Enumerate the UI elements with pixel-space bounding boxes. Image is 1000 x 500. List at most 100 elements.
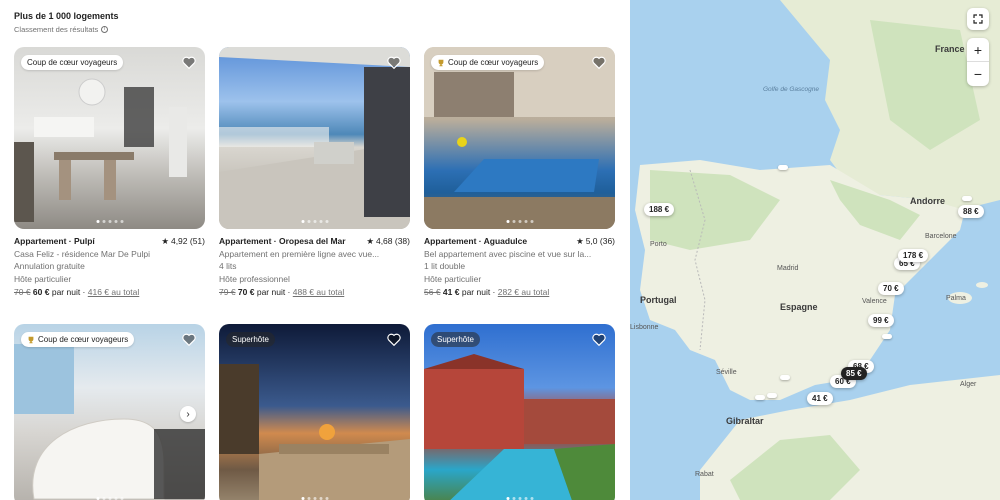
listing-name: Bel appartement avec piscine et vue sur … xyxy=(424,248,592,259)
trophy-icon xyxy=(438,59,444,66)
total-price[interactable]: 488 € au total xyxy=(293,287,345,297)
ranking-link[interactable]: Classement des résultats i xyxy=(14,25,119,34)
listing-card[interactable]: Coup de cœur voyageurs Appartement · Pul… xyxy=(14,47,205,299)
map-label-espagne: Espagne xyxy=(780,302,818,312)
rating-value: 4,92 (51) xyxy=(170,236,205,246)
listing-card[interactable]: Superhôte xyxy=(424,324,615,500)
price-row: 79 € 70 € par nuit · 488 € au total xyxy=(219,286,410,299)
listing-photo[interactable]: Coup de cœur voyageurs › xyxy=(14,324,205,500)
map-label-golfe: Golfe de Gascogne xyxy=(763,86,820,93)
guest-favorite-badge: Coup de cœur voyageurs xyxy=(21,55,124,70)
price: 70 € xyxy=(237,286,255,297)
listing-card[interactable]: Coup de cœur voyageurs Appartement · Agu… xyxy=(424,47,615,299)
listing-info: Appartement · Aguadulce ★ 5,0 (36) Bel ap… xyxy=(424,229,615,299)
price: 41 € xyxy=(442,286,460,297)
listing-rating: ★ 4,92 (51) xyxy=(161,235,205,248)
expand-icon xyxy=(973,14,983,24)
results-header: Plus de 1 000 logements Classement des r… xyxy=(14,11,119,34)
listing-photo[interactable]: Coup de cœur voyageurs xyxy=(14,47,205,229)
next-photo-button[interactable]: › xyxy=(180,406,196,422)
map-label-barcelone: Barcelone xyxy=(925,233,957,240)
per-night: par nuit · xyxy=(461,286,496,297)
carousel-dots xyxy=(506,220,533,223)
heart-icon[interactable] xyxy=(182,56,196,69)
map-label-france: France xyxy=(935,44,965,54)
carousel-dots xyxy=(96,220,123,223)
map-pin-small[interactable] xyxy=(962,196,972,201)
listing-title: Appartement · Aguadulce xyxy=(424,236,528,246)
per-night: par nuit · xyxy=(256,286,291,297)
price-row: 56 € 41 € par nuit · 282 € au total xyxy=(424,286,615,299)
price-row: 70 € 60 € par nuit · 416 € au total xyxy=(14,286,205,299)
map[interactable]: France Golfe de Gascogne Andorre Porto P… xyxy=(630,0,1000,500)
ranking-label: Classement des résultats xyxy=(14,25,99,34)
carousel-dots xyxy=(301,220,328,223)
old-price: 56 € xyxy=(424,286,441,297)
map-price-pin[interactable]: 188 € xyxy=(644,203,675,216)
listing-rating: ★ 4,68 (38) xyxy=(366,235,410,248)
guest-favorite-badge: Coup de cœur voyageurs xyxy=(431,55,545,70)
info-icon[interactable]: i xyxy=(101,26,109,33)
listing-photo[interactable] xyxy=(219,47,410,229)
guest-favorite-badge: Coup de cœur voyageurs xyxy=(21,332,135,347)
listing-card[interactable]: Appartement · Oropesa del Mar ★ 4,68 (38)… xyxy=(219,47,410,299)
listing-title: Appartement · Pulpí xyxy=(14,236,95,246)
zoom-out-button[interactable]: − xyxy=(967,62,989,86)
map-price-pin[interactable]: 99 € xyxy=(868,314,894,327)
badge-label: Coup de cœur voyageurs xyxy=(38,335,129,344)
map-label-portugal: Portugal xyxy=(640,295,677,305)
old-price: 79 € xyxy=(219,286,236,297)
heart-icon[interactable] xyxy=(387,333,401,346)
per-night: par nuit · xyxy=(51,286,86,297)
chevron-right-icon: › xyxy=(186,408,190,420)
map-price-pin[interactable]: 41 € xyxy=(807,392,833,405)
map-price-pin[interactable]: 88 € xyxy=(958,205,984,218)
badge-label: Coup de cœur voyageurs xyxy=(27,58,118,67)
photo-illustration xyxy=(219,364,410,500)
heart-icon[interactable] xyxy=(387,56,401,69)
map-pin-small[interactable] xyxy=(882,334,892,339)
total-price[interactable]: 416 € au total xyxy=(88,287,140,297)
superhost-badge: Superhôte xyxy=(226,332,275,347)
listing-info: Appartement · Oropesa del Mar ★ 4,68 (38)… xyxy=(219,229,410,299)
listing-title: Appartement · Oropesa del Mar xyxy=(219,236,346,246)
photo-illustration xyxy=(424,47,615,229)
heart-icon[interactable] xyxy=(182,333,196,346)
badge-label: Superhôte xyxy=(437,335,474,344)
map-pin-small[interactable] xyxy=(780,375,790,380)
map-pin-small[interactable] xyxy=(778,165,788,170)
map-label-gibraltar: Gibraltar xyxy=(726,416,764,426)
listing-photo[interactable]: Superhôte xyxy=(424,324,615,500)
total-price[interactable]: 282 € au total xyxy=(498,287,550,297)
map-price-pin-active[interactable]: 85 € xyxy=(841,367,867,380)
star-icon: ★ xyxy=(366,236,374,246)
listing-photo[interactable]: Superhôte xyxy=(219,324,410,500)
listing-rating: ★ 5,0 (36) xyxy=(576,235,615,248)
star-icon: ★ xyxy=(161,236,169,246)
price: 60 € xyxy=(32,286,50,297)
listing-info: Appartement · Pulpí ★ 4,92 (51) Casa Feli… xyxy=(14,229,205,299)
zoom-controls: + − xyxy=(967,38,989,86)
listing-detail: Annulation gratuite xyxy=(14,261,85,272)
heart-icon[interactable] xyxy=(592,56,606,69)
map-label-rabat: Rabat xyxy=(695,471,714,478)
photo-illustration xyxy=(14,344,205,500)
map-pin-small[interactable] xyxy=(767,393,777,398)
rating-value: 5,0 (36) xyxy=(585,236,615,246)
map-price-pin[interactable]: 70 € xyxy=(878,282,904,295)
zoom-in-button[interactable]: + xyxy=(967,38,989,62)
map-pin-small[interactable] xyxy=(755,395,765,400)
trophy-icon xyxy=(28,336,34,343)
old-price: 70 € xyxy=(14,286,31,297)
map-price-pin[interactable]: 178 € xyxy=(898,249,929,262)
map-label-alger: Alger xyxy=(960,381,977,388)
photo-illustration xyxy=(219,47,410,229)
listing-photo[interactable]: Coup de cœur voyageurs xyxy=(424,47,615,229)
map-label-palma: Palma xyxy=(946,295,966,302)
map-label-lisbonne: Lisbonne xyxy=(630,324,659,331)
fullscreen-button[interactable] xyxy=(967,8,989,30)
map-label-seville: Séville xyxy=(716,369,737,376)
heart-icon[interactable] xyxy=(592,333,606,346)
listing-card[interactable]: Coup de cœur voyageurs › xyxy=(14,324,205,500)
listing-card[interactable]: Superhôte xyxy=(219,324,410,500)
